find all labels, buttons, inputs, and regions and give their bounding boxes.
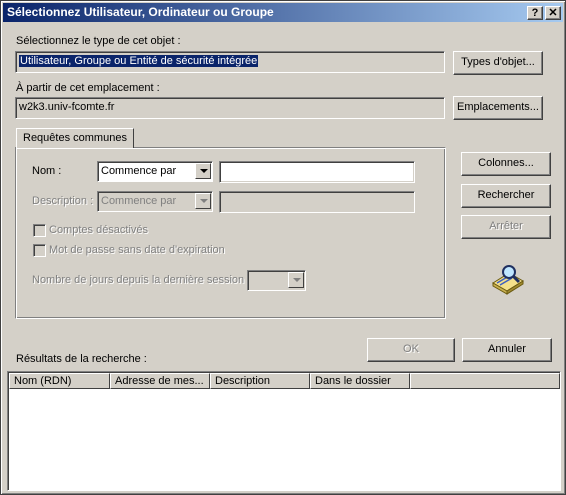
no-expire-password-checkbox[interactable] xyxy=(33,244,46,257)
locations-button[interactable]: Emplacements... xyxy=(453,96,543,120)
description-mode-select[interactable]: Commence par xyxy=(97,191,213,212)
results-list[interactable]: Nom (RDN) Adresse de mes... Description … xyxy=(7,371,561,491)
help-button[interactable]: ? xyxy=(527,6,543,20)
stop-button[interactable]: Arrêter xyxy=(461,215,551,239)
column-header-name[interactable]: Nom (RDN) xyxy=(9,373,110,389)
description-mode-value: Commence par xyxy=(101,195,177,207)
ok-button[interactable]: OK xyxy=(367,338,455,362)
column-header-folder[interactable]: Dans le dossier xyxy=(310,373,410,389)
name-mode-value: Commence par xyxy=(101,165,177,177)
cancel-button[interactable]: Annuler xyxy=(462,338,552,362)
location-value: w2k3.univ-fcomte.fr xyxy=(19,101,115,113)
disabled-accounts-label: Comptes désactivés xyxy=(49,224,149,236)
chevron-down-icon[interactable] xyxy=(195,193,211,209)
column-header-email[interactable]: Adresse de mes... xyxy=(110,373,210,389)
results-label: Résultats de la recherche : xyxy=(16,353,147,365)
search-button[interactable]: Rechercher xyxy=(461,184,551,208)
tab-common-queries[interactable]: Requêtes communes xyxy=(16,128,134,148)
directory-search-icon xyxy=(489,263,525,295)
column-header-description[interactable]: Description xyxy=(210,373,310,389)
object-type-label: Sélectionnez le type de cet objet : xyxy=(16,35,181,47)
chevron-down-icon[interactable] xyxy=(288,272,304,288)
close-button[interactable]: ✕ xyxy=(545,6,561,20)
column-header-filler xyxy=(410,373,560,389)
object-type-field: Utilisateur, Groupe ou Entité de sécurit… xyxy=(15,51,445,73)
object-type-value: Utilisateur, Groupe ou Entité de sécurit… xyxy=(19,55,259,67)
days-since-logon-select[interactable] xyxy=(247,270,306,291)
columns-button[interactable]: Colonnes... xyxy=(461,152,551,176)
location-label: À partir de cet emplacement : xyxy=(16,82,160,94)
chevron-down-icon[interactable] xyxy=(195,163,211,179)
object-types-button[interactable]: Types d'objet... xyxy=(453,51,543,75)
dialog-window: Sélectionnez Utilisateur, Ordinateur ou … xyxy=(0,0,566,495)
window-title: Sélectionnez Utilisateur, Ordinateur ou … xyxy=(7,5,274,19)
description-input[interactable] xyxy=(219,191,415,213)
name-mode-select[interactable]: Commence par xyxy=(97,161,213,182)
title-bar[interactable]: Sélectionnez Utilisateur, Ordinateur ou … xyxy=(3,3,563,22)
disabled-accounts-checkbox[interactable] xyxy=(33,224,46,237)
name-label: Nom : xyxy=(32,165,62,177)
location-field: w2k3.univ-fcomte.fr xyxy=(15,97,445,119)
days-since-logon-label: Nombre de jours depuis la dernière sessi… xyxy=(32,274,251,286)
description-label: Description : xyxy=(32,195,94,207)
name-input[interactable] xyxy=(219,161,415,183)
no-expire-password-label: Mot de passe sans date d'expiration xyxy=(49,244,225,256)
